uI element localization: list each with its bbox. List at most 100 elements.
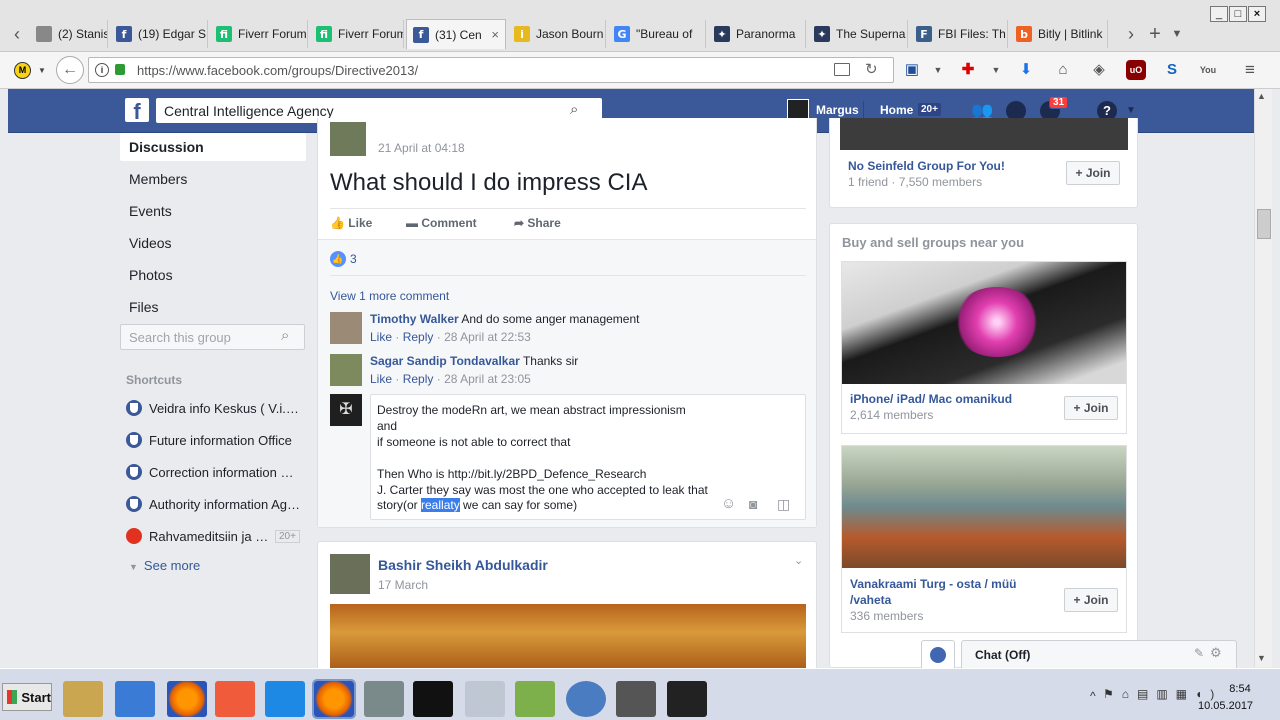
url-text[interactable]: https://www.facebook.com/groups/Directiv… bbox=[137, 63, 418, 78]
search-icon[interactable]: ⌕ bbox=[570, 101, 578, 118]
new-tab-icon[interactable]: + bbox=[1144, 20, 1166, 48]
tab-scroll-right-icon[interactable]: › bbox=[1120, 20, 1142, 48]
addon-m-icon[interactable]: M bbox=[14, 62, 31, 79]
minimize-window-button[interactable]: _ bbox=[1210, 6, 1228, 22]
join-group-button[interactable]: + Join bbox=[1066, 161, 1120, 185]
chat-globe-tab[interactable] bbox=[921, 640, 955, 668]
post-date[interactable]: 17 March bbox=[378, 578, 428, 592]
browser-tab[interactable]: f (19) Edgar S bbox=[110, 20, 208, 48]
start-button[interactable]: Start bbox=[2, 683, 52, 711]
home-icon[interactable]: ⌂ bbox=[1053, 60, 1073, 80]
comment-compose-box[interactable]: Destroy the modeRn art, we mean abstract… bbox=[370, 394, 806, 520]
network-app-icon[interactable] bbox=[364, 681, 404, 717]
save-icon[interactable]: ▣ bbox=[902, 60, 922, 80]
site-info-icon[interactable]: i bbox=[95, 63, 109, 77]
comment-author[interactable]: Timothy Walker bbox=[370, 312, 459, 326]
scroll-down-arrow-icon[interactable]: ▼ bbox=[1257, 653, 1266, 663]
shortcut-item[interactable]: Authority information Agency bbox=[126, 491, 306, 517]
comment-reply-link[interactable]: Reply bbox=[403, 372, 434, 386]
group-nav-videos[interactable]: Videos bbox=[120, 229, 306, 257]
group-cover-image[interactable] bbox=[840, 118, 1128, 150]
tab-list-chevron-icon[interactable]: ▼ bbox=[1166, 20, 1188, 48]
browser-tab[interactable]: ✦ The Superna bbox=[808, 20, 908, 48]
iphone-group-image[interactable] bbox=[842, 262, 1126, 384]
camera-icon[interactable]: ◙ bbox=[749, 496, 757, 512]
url-bar[interactable]: i https://www.facebook.com/groups/Direct… bbox=[88, 57, 894, 83]
group-name-link[interactable]: Vanakraami Turg - osta / müü /vaheta bbox=[850, 576, 1040, 608]
hamburger-menu-icon[interactable]: ≡ bbox=[1240, 60, 1260, 80]
browser-tab[interactable]: F FBI Files: Th bbox=[910, 20, 1008, 48]
group-nav-files[interactable]: Files bbox=[120, 293, 306, 321]
file-explorer-icon[interactable] bbox=[63, 681, 103, 717]
group-name-link[interactable]: No Seinfeld Group For You! bbox=[848, 159, 1005, 173]
join-group-button[interactable]: + Join bbox=[1064, 396, 1118, 420]
reader-view-icon[interactable] bbox=[834, 63, 850, 76]
post-author-name[interactable]: Bashir Sheikh Abdulkadir bbox=[378, 557, 548, 573]
comment-like-link[interactable]: Like bbox=[370, 372, 392, 386]
post-image[interactable] bbox=[330, 604, 806, 674]
browser-tab[interactable]: f (31) Cen × bbox=[406, 19, 506, 49]
firefox-active-icon[interactable] bbox=[312, 679, 356, 719]
sticker-icon[interactable]: ◫ bbox=[777, 496, 790, 513]
youtube-addon-icon[interactable]: You bbox=[1198, 60, 1218, 80]
comment-avatar[interactable] bbox=[330, 312, 362, 344]
facebook-logo-icon[interactable]: f bbox=[125, 98, 149, 124]
recorder-icon[interactable] bbox=[667, 681, 707, 717]
media-player-icon[interactable] bbox=[115, 681, 155, 717]
browser-tab[interactable]: G "Bureau of bbox=[608, 20, 706, 48]
pocket-icon[interactable]: ◈ bbox=[1089, 60, 1109, 80]
group-nav-members[interactable]: Members bbox=[120, 165, 306, 193]
post-options-chevron-icon[interactable]: ⌄ bbox=[794, 554, 803, 567]
clock-time[interactable]: 8:54 bbox=[1205, 683, 1275, 695]
addon-dropdown-icon[interactable]: ▼ bbox=[986, 60, 1006, 80]
microphone-icon[interactable] bbox=[616, 681, 656, 717]
post-author-avatar[interactable] bbox=[330, 554, 370, 594]
addon-red-cross-icon[interactable]: ✚ bbox=[958, 60, 978, 80]
browser-tab[interactable]: (2) Stanisla bbox=[30, 20, 108, 48]
shortcut-item[interactable]: Future information Office bbox=[126, 427, 306, 453]
compose-last-line[interactable]: story(or reallaty we can say for some) bbox=[377, 498, 577, 512]
view-more-comments-link[interactable]: View 1 more comment bbox=[330, 289, 449, 303]
addon-s-icon[interactable]: S bbox=[1162, 60, 1182, 80]
post-author-avatar[interactable] bbox=[330, 122, 366, 156]
qbittorrent-icon[interactable] bbox=[566, 681, 606, 717]
shortcut-item[interactable]: Veidra info Keskus ( V.i.K. ) bbox=[126, 395, 306, 421]
firefox-icon[interactable] bbox=[167, 681, 207, 717]
comment-avatar[interactable] bbox=[330, 354, 362, 386]
browser-tab[interactable]: fi Fiverr Forum bbox=[210, 20, 308, 48]
browser-tab[interactable]: b Bitly | Bitlink bbox=[1010, 20, 1108, 48]
downloads-icon[interactable]: ⬇ bbox=[1016, 60, 1036, 80]
user-name-link[interactable]: Margus bbox=[816, 103, 859, 117]
close-window-button[interactable]: × bbox=[1248, 6, 1266, 22]
comment-reply-link[interactable]: Reply bbox=[403, 330, 434, 344]
comment-timestamp[interactable]: 28 April at 22:53 bbox=[444, 330, 531, 344]
see-more-link[interactable]: ▼ See more bbox=[129, 558, 200, 573]
browser-tab[interactable]: ✦ Paranorma bbox=[708, 20, 806, 48]
tab-scroll-left-icon[interactable]: ‹ bbox=[6, 20, 28, 48]
like-button[interactable]: 👍 Like bbox=[330, 216, 372, 230]
scroll-up-arrow-icon[interactable]: ▲ bbox=[1257, 91, 1266, 101]
edit-icon[interactable]: ✎ bbox=[1194, 646, 1204, 660]
share-button[interactable]: ➦ Share bbox=[514, 216, 561, 230]
close-tab-icon[interactable]: × bbox=[491, 27, 499, 42]
comment-button[interactable]: ▬ Comment bbox=[406, 216, 477, 230]
account-menu-chevron-icon[interactable]: ▼ bbox=[1126, 105, 1136, 116]
gear-icon[interactable]: ⚙ bbox=[1210, 645, 1222, 661]
reload-icon[interactable]: ↻ bbox=[865, 60, 878, 78]
group-nav-photos[interactable]: Photos bbox=[120, 261, 306, 289]
search-value[interactable]: Central Intelligence Agency bbox=[164, 103, 334, 119]
group-nav-discussion[interactable]: Discussion bbox=[120, 133, 306, 161]
search-icon[interactable]: ⌕ bbox=[281, 327, 289, 344]
calculator-icon[interactable] bbox=[465, 681, 505, 717]
shortcut-rahvameditsiin[interactable]: Rahvameditsiin ja taimed 20+ bbox=[126, 523, 306, 549]
clock-date[interactable]: 10.05.2017 bbox=[1198, 700, 1253, 712]
chat-bar[interactable]: Chat (Off) ✎ ⚙ bbox=[961, 640, 1237, 668]
comment-like-link[interactable]: Like bbox=[370, 330, 392, 344]
scrollbar-thumb[interactable] bbox=[1257, 209, 1271, 239]
addon-dropdown-chevron-icon[interactable]: ▼ bbox=[38, 66, 46, 75]
comment-author[interactable]: Sagar Sandip Tondavalkar bbox=[370, 354, 520, 368]
comment-timestamp[interactable]: 28 April at 23:05 bbox=[444, 372, 531, 386]
shortcut-item[interactable]: Correction information Office bbox=[126, 459, 306, 485]
notepad-plus-icon[interactable] bbox=[515, 681, 555, 717]
compose-text[interactable]: Destroy the modeRn art, we mean abstract… bbox=[377, 402, 708, 498]
